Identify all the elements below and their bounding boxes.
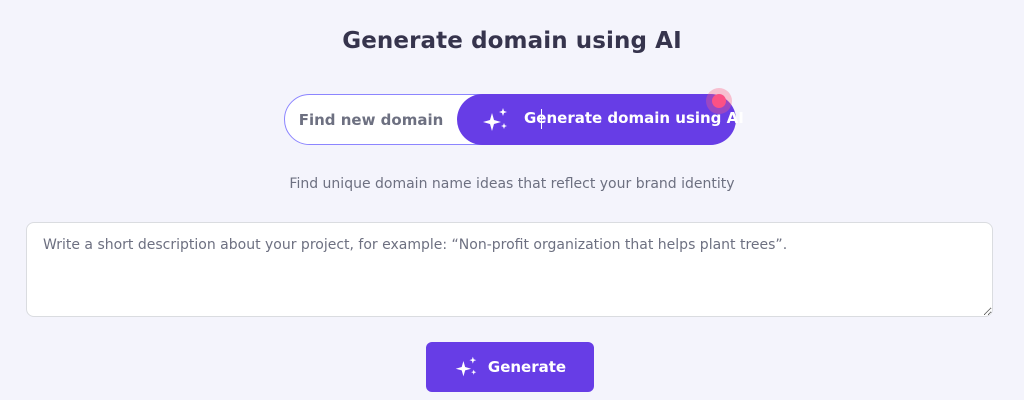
project-description-input[interactable] <box>26 222 993 317</box>
sparkles-icon <box>483 108 507 131</box>
notification-dot <box>706 88 732 114</box>
generate-button[interactable]: Generate <box>426 342 594 392</box>
mode-toggle: Find new domain Generate domain using AI <box>284 94 744 145</box>
find-new-domain-label: Find new domain <box>298 110 444 129</box>
generate-domain-ai-tab[interactable]: Generate domain using AI <box>457 94 744 145</box>
find-new-domain-tab[interactable]: Find new domain <box>285 95 457 144</box>
sparkles-icon <box>455 356 477 377</box>
page-title: Generate domain using AI <box>342 28 682 54</box>
text-cursor <box>541 109 542 129</box>
subtitle: Find unique domain name ideas that refle… <box>289 176 735 192</box>
generate-button-label: Generate <box>487 358 567 376</box>
